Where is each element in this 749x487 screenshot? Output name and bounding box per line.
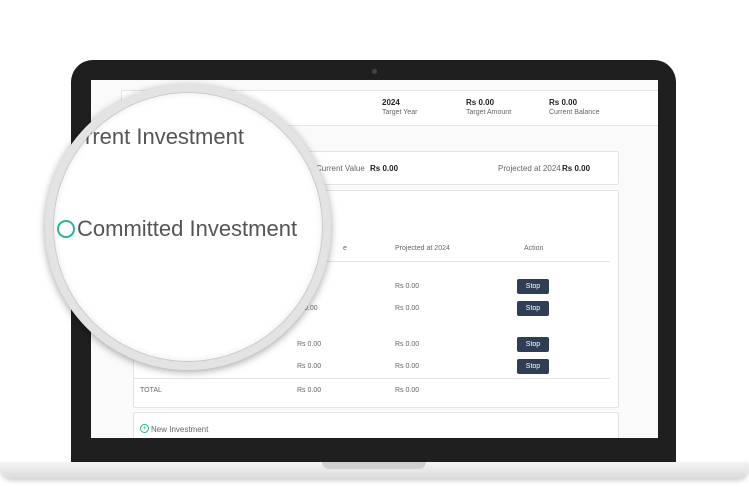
new-investment-card: + New Investment	[133, 412, 619, 438]
magnifier-lens: rrent Investment Committed Investment	[45, 84, 331, 370]
camera-icon	[372, 69, 377, 74]
current-value-label: Current Value	[316, 164, 365, 173]
current-balance-label: Current Balance	[549, 109, 600, 116]
total-label: TOTAL	[140, 387, 162, 394]
column-header-action: Action	[524, 245, 544, 252]
projected-label: Projected at 2024	[498, 164, 561, 173]
row-2-stop-button[interactable]: Stop	[517, 301, 549, 316]
magnified-current-investment-title: rrent Investment	[85, 124, 244, 149]
total-projected: Rs 0.00	[395, 387, 420, 394]
row-4-value: Rs 0.00	[297, 363, 322, 370]
row-3-stop-button[interactable]: Stop	[517, 337, 549, 352]
column-header-projected: Projected at 2024	[395, 245, 450, 252]
row-4-stop-button[interactable]: Stop	[517, 359, 549, 374]
current-balance-value: Rs 0.00	[549, 98, 578, 107]
current-value-amount: Rs 0.00	[370, 164, 399, 173]
laptop-notch	[322, 462, 426, 469]
target-amount-label: Target Amount	[466, 109, 512, 116]
plus-circle-icon[interactable]: +	[140, 424, 149, 433]
row-1-projected: Rs 0.00	[395, 283, 420, 290]
magnified-committed-investment-title: Committed Investment	[77, 216, 298, 241]
row-1-stop-button[interactable]: Stop	[517, 279, 549, 294]
row-3-value: Rs 0.00	[297, 341, 322, 348]
row-4-projected: Rs 0.00	[395, 363, 420, 370]
target-amount-value: Rs 0.00	[466, 98, 495, 107]
projected-amount: Rs 0.00	[562, 164, 591, 173]
target-year-value: 2024	[382, 98, 400, 107]
committed-circle-icon	[57, 220, 75, 238]
total-value: Rs 0.00	[297, 387, 322, 394]
row-3-projected: Rs 0.00	[395, 341, 420, 348]
row-2-projected: Rs 0.00	[395, 305, 420, 312]
new-investment-link[interactable]: New Investment	[151, 425, 208, 434]
total-divider	[134, 378, 610, 379]
target-year-label: Target Year	[382, 109, 418, 116]
column-header-value: e	[343, 245, 347, 252]
